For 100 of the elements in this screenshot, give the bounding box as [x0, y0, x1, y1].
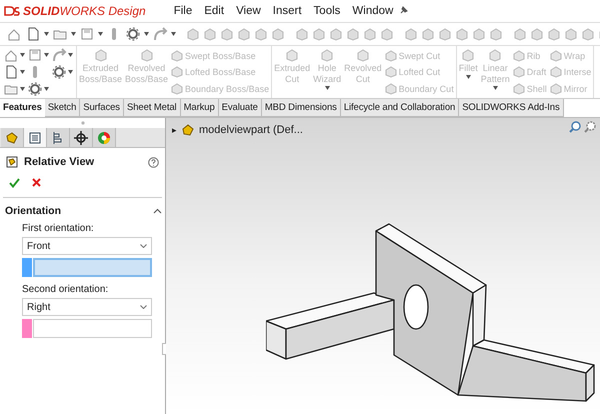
chevron-down-icon	[140, 305, 147, 309]
menu-item[interactable]: Tools	[308, 5, 346, 17]
panel-title: Relative View	[24, 156, 96, 168]
part-icon[interactable]	[530, 27, 544, 41]
part-icon	[181, 123, 195, 137]
undo-icon	[152, 26, 168, 42]
part-icon[interactable]	[271, 27, 285, 41]
part-icon[interactable]	[312, 27, 326, 41]
color-wheel-icon	[96, 130, 112, 146]
zoom-icon[interactable]	[584, 121, 596, 133]
relative-view-icon	[6, 156, 18, 168]
gear-icon	[125, 26, 141, 42]
caret-icon[interactable]	[71, 32, 76, 36]
logo-icon	[4, 5, 20, 17]
feature-icon	[140, 48, 154, 62]
part-icon[interactable]	[513, 27, 527, 41]
undo-icon	[51, 47, 67, 63]
part-icon[interactable]	[254, 27, 268, 41]
part-icon[interactable]	[329, 27, 343, 41]
caret-icon[interactable]	[44, 53, 49, 57]
feature-icon	[461, 48, 476, 62]
caret-icon[interactable]	[68, 70, 73, 74]
zoom-icon[interactable]	[569, 121, 581, 133]
feature-icon	[550, 50, 562, 62]
caret-icon[interactable]	[20, 87, 25, 91]
panel-tab[interactable]	[47, 128, 70, 147]
gear-icon	[27, 81, 43, 97]
part-icon[interactable]	[547, 27, 561, 41]
part-icon[interactable]	[203, 27, 217, 41]
save-icon	[79, 26, 95, 42]
grip-icon	[80, 121, 84, 125]
feature-icon	[512, 50, 525, 62]
feature-icon	[94, 48, 108, 62]
part-icon[interactable]	[455, 27, 469, 41]
menu-item[interactable]: Insert	[266, 5, 308, 17]
list-icon	[27, 130, 43, 146]
section-title: Orientation	[5, 205, 62, 217]
feature-icon	[550, 82, 562, 94]
part-icon[interactable]	[404, 27, 418, 41]
part-icon[interactable]	[581, 27, 595, 41]
part-icon[interactable]	[564, 27, 578, 41]
panel-tab[interactable]	[24, 128, 47, 147]
menu-item[interactable]: Edit	[198, 5, 230, 17]
feature-icon	[171, 50, 184, 62]
orientation-dropdown[interactable]: Right	[22, 298, 152, 316]
ribbon-tab[interactable]: MBD Dimensions	[262, 99, 341, 117]
part-icon[interactable]	[438, 27, 452, 41]
ribbon-tab[interactable]: Markup	[180, 99, 219, 117]
check-icon[interactable]	[9, 178, 20, 188]
caret-icon[interactable]	[144, 32, 149, 36]
app-title: SOLIDWORKS Design	[23, 4, 146, 18]
field-label: First orientation:	[22, 223, 95, 234]
caret-icon[interactable]	[171, 32, 176, 36]
part-icon	[4, 130, 20, 146]
expand-arrow[interactable]: ▸	[172, 125, 177, 135]
selection-field[interactable]	[33, 258, 152, 277]
part-icon[interactable]	[186, 27, 200, 41]
tree-item[interactable]: modelviewpart (Def...	[199, 124, 303, 136]
menu-item[interactable]: Window	[346, 5, 400, 17]
part-icon[interactable]	[421, 27, 435, 41]
feature-icon	[384, 82, 397, 94]
part-icon[interactable]	[489, 27, 503, 41]
caret-icon[interactable]	[98, 32, 103, 36]
close-icon[interactable]	[32, 178, 41, 187]
caret-icon[interactable]	[20, 70, 25, 74]
ribbon-tab[interactable]: SOLIDWORKS Add-Ins	[459, 99, 564, 117]
part-icon[interactable]	[363, 27, 377, 41]
feature-icon	[171, 66, 184, 78]
panel-tab[interactable]	[70, 128, 93, 147]
chevron-down-icon	[140, 244, 147, 248]
part-icon[interactable]	[380, 27, 394, 41]
part-icon[interactable]	[237, 27, 251, 41]
orientation-dropdown[interactable]: Front	[22, 237, 152, 255]
feature-icon	[320, 48, 334, 62]
caret-icon[interactable]	[68, 53, 73, 57]
part-icon[interactable]	[346, 27, 360, 41]
ribbon-tab[interactable]: Evaluate	[218, 99, 262, 117]
chevron-up-icon[interactable]	[153, 208, 162, 214]
part-icon[interactable]	[220, 27, 234, 41]
menu-item[interactable]: View	[230, 5, 267, 17]
caret-icon[interactable]	[20, 53, 25, 57]
feature-icon	[488, 48, 502, 62]
part-icon[interactable]	[295, 27, 309, 41]
selection-field[interactable]	[33, 319, 152, 338]
ribbon-tab[interactable]: Sheet Metal	[124, 99, 181, 117]
caret-icon[interactable]	[44, 87, 49, 91]
ribbon-tab[interactable]: Surfaces	[80, 99, 124, 117]
help-icon[interactable]	[148, 156, 159, 168]
caret-icon[interactable]	[44, 32, 49, 36]
ribbon-tab[interactable]: Sketch	[44, 99, 80, 117]
pin-icon[interactable]	[399, 4, 410, 14]
crosshair-icon	[73, 130, 89, 146]
feature-icon	[356, 48, 370, 62]
feature-icon	[171, 82, 184, 94]
feature-icon	[384, 66, 397, 78]
menu-item[interactable]: File	[168, 5, 198, 17]
part-icon[interactable]	[472, 27, 486, 41]
feature-icon	[384, 50, 397, 62]
ribbon-tab[interactable]: Lifecycle and Collaboration	[340, 99, 460, 117]
feature-icon	[512, 66, 525, 78]
